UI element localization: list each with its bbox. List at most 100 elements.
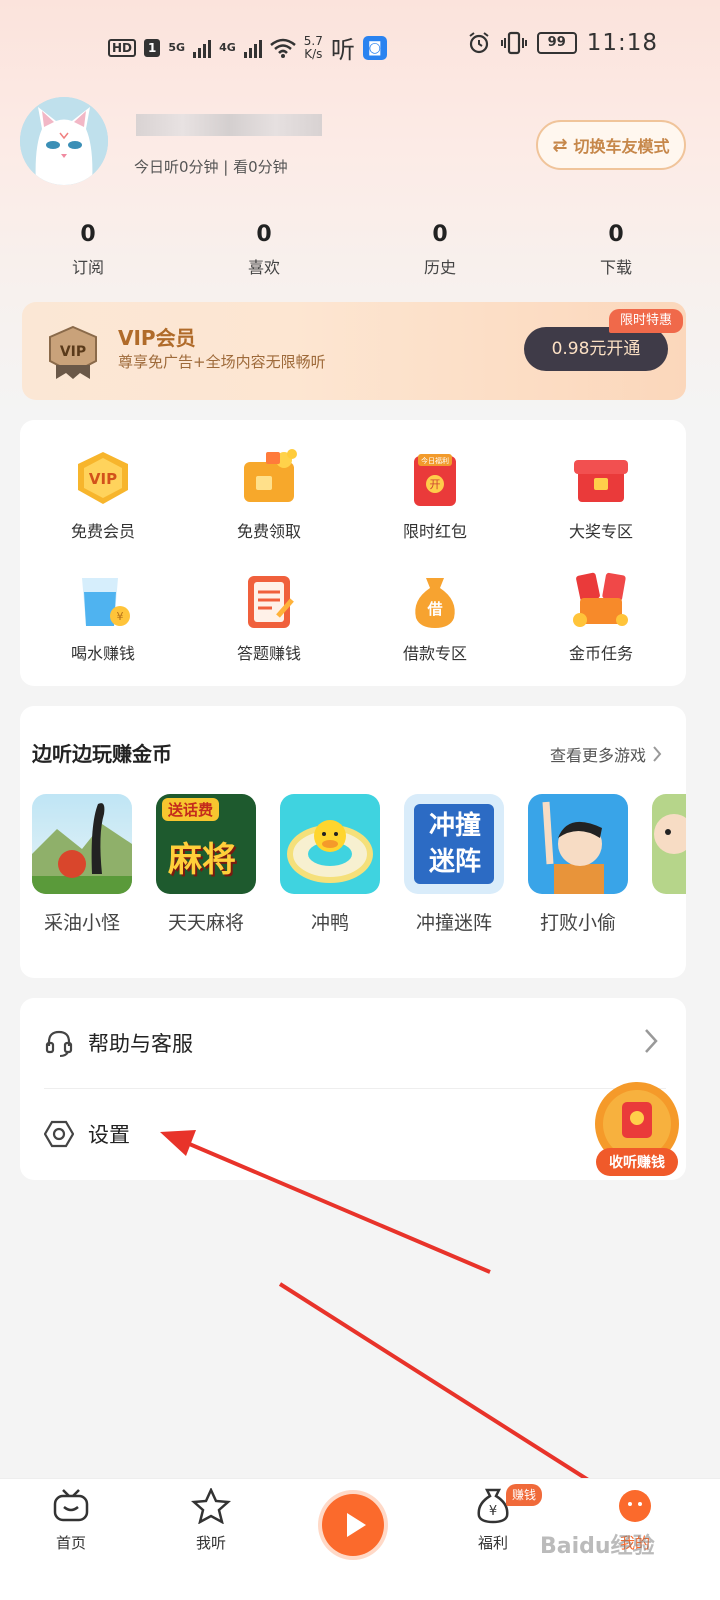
game-item[interactable]: 冲鸭 [280, 794, 380, 944]
nav-label: 我听 [195, 1534, 226, 1552]
stat-value: 0 [432, 222, 448, 247]
game-thumb-text: 麻将 [168, 840, 236, 880]
game-thumb-oil-monster [32, 794, 132, 894]
games-list: 采油小怪 送话费 麻将 天天麻将 冲鸭 冲撞迷阵 冲撞迷阵 打败小偷 当 [32, 794, 686, 944]
stat-like[interactable]: 0 喜欢 [176, 222, 352, 278]
gift-box-icon [570, 448, 632, 510]
grid-item-free-claim[interactable]: 免费领取 [186, 440, 352, 541]
game-name: 采油小怪 [43, 912, 120, 934]
game-thumb-mahjong: 送话费 麻将 [156, 794, 256, 894]
stat-label: 历史 [423, 258, 456, 277]
stats-row: 0 订阅 0 喜欢 0 历史 0 下载 [0, 222, 720, 278]
settings-hexagon-icon [44, 1120, 74, 1148]
game-thumb-duck [280, 794, 380, 894]
mine-face-icon [619, 1490, 651, 1522]
clock: 11:18 [586, 30, 658, 56]
today-listen-stats: 今日听0分钟 | 看0分钟 [134, 158, 288, 176]
game-thumb-text: 冲撞 [428, 811, 481, 841]
game-name: 天天麻将 [167, 912, 244, 934]
ting-app-icon: 听 [330, 36, 355, 64]
coin-task-icon [570, 570, 632, 632]
card-coins-icon [238, 448, 300, 510]
switch-car-mode-label: 切换车友模式 [573, 137, 670, 156]
grid-item-free-vip[interactable]: VIP 免费会员 [20, 440, 186, 541]
stat-history[interactable]: 0 历史 [352, 222, 528, 278]
vip-title: VIP会员 [118, 326, 196, 350]
game-item[interactable]: 采油小怪 [32, 794, 132, 944]
alarm-icon [469, 32, 489, 54]
vip-open-button[interactable]: 0.98元开通 [524, 327, 668, 371]
grid-item-red-packet[interactable]: 开 今日福利 限时红包 [352, 440, 518, 541]
game-item[interactable]: 冲撞 迷阵 冲撞迷阵 [404, 794, 504, 944]
grid-label: 免费会员 [70, 522, 135, 541]
vip-crown-icon: VIP [72, 448, 134, 510]
stat-label: 订阅 [71, 258, 104, 277]
headset-icon [45, 1030, 73, 1057]
stat-label: 下载 [599, 258, 632, 277]
game-thumb-text: 送话费 [162, 798, 220, 821]
speed-value: 5.7 [303, 33, 323, 48]
play-button[interactable] [322, 1494, 384, 1556]
nav-home[interactable]: 首页 [26, 1488, 116, 1553]
signal-bars-icon [193, 38, 212, 58]
limited-offer-tag: 限时特惠 [609, 309, 683, 333]
game-thumb-partial [652, 794, 686, 894]
chevron-right-icon [645, 1029, 658, 1053]
settings-label: 设置 [88, 1123, 130, 1147]
grid-item-coin-task[interactable]: 金币任务 [518, 562, 684, 663]
nav-my-listen[interactable]: 我听 [166, 1486, 256, 1553]
grid-item-loan[interactable]: 借 借款专区 [352, 562, 518, 663]
hongbao-open-text: 开 [430, 478, 441, 491]
feature-grid: VIP 免费会员 免费领取 开 今日福利 限时红包 大奖专区 ¥ 喝水赚钱 答题赚… [20, 440, 686, 663]
network-speed: 5.7 K/s [303, 33, 323, 61]
status-right: 99 11:18 [467, 30, 658, 56]
4g-label: 4G [219, 41, 236, 54]
grid-label: 喝水赚钱 [70, 644, 135, 663]
play-icon [347, 1513, 366, 1537]
nav-label: 福利 [477, 1534, 508, 1552]
status-bar: HD 1 5G 4G 5.7 K/s 听 ◙ 99 11:18 [0, 0, 720, 90]
help-service-row[interactable]: 帮助与客服 [20, 998, 686, 1088]
more-games-link[interactable]: 查看更多游戏 [550, 742, 662, 766]
watermark: Baidu经验 [540, 1534, 655, 1559]
settings-row[interactable]: 设置 [20, 1089, 686, 1179]
grid-label: 借款专区 [402, 644, 467, 663]
wifi-icon [269, 38, 296, 58]
water-cup-icon: ¥ [72, 570, 134, 632]
avatar[interactable] [20, 97, 108, 185]
game-name: 打败小偷 [539, 912, 616, 934]
app-notification-icon: ◙ [362, 35, 387, 60]
switch-arrows-icon: ⇄ [552, 134, 568, 156]
sim-indicator: 1 [144, 38, 161, 57]
5g-label: 5G [168, 41, 186, 54]
status-left: HD 1 5G 4G 5.7 K/s 听 ◙ [108, 30, 387, 65]
grid-item-quiz[interactable]: 答题赚钱 [186, 562, 352, 663]
game-name: 冲鸭 [310, 912, 349, 934]
nav-label: 首页 [55, 1534, 86, 1552]
grid-item-grand-prize[interactable]: 大奖专区 [518, 440, 684, 541]
stat-download[interactable]: 0 下载 [528, 222, 704, 278]
quiz-note-icon [238, 570, 300, 632]
games-section-title: 边听边玩赚金币 [32, 742, 172, 766]
stat-subscribe[interactable]: 0 订阅 [0, 222, 176, 278]
listen-earn-float-button[interactable]: 收听赚钱 [592, 1082, 682, 1180]
game-thumb-text: 迷阵 [428, 847, 481, 877]
game-name: 冲撞迷阵 [415, 912, 492, 934]
star-icon [190, 1486, 232, 1525]
game-item[interactable]: 当 [652, 794, 686, 944]
money-bag-icon: 借 [404, 570, 466, 632]
switch-car-mode-button[interactable]: ⇄ 切换车友模式 [536, 120, 686, 170]
game-item[interactable]: 打败小偷 [528, 794, 628, 944]
red-envelope-icon: 开今日福利 [404, 448, 466, 510]
blurred-username [136, 114, 322, 136]
vip-badge-text: VIP [60, 344, 86, 360]
speed-unit: K/s [304, 46, 323, 61]
vip-subtitle: 尊享免广告+全场内容无限畅听 [118, 353, 326, 371]
grid-item-drink-water[interactable]: ¥ 喝水赚钱 [20, 562, 186, 663]
annotation-arrow-mine [278, 1282, 606, 1492]
vibrate-icon [500, 31, 527, 55]
game-item[interactable]: 送话费 麻将 天天麻将 [156, 794, 256, 944]
game-thumb-maze: 冲撞 迷阵 [404, 794, 504, 894]
vip-badge-icon: VIP [46, 325, 100, 381]
stat-value: 0 [608, 222, 624, 247]
